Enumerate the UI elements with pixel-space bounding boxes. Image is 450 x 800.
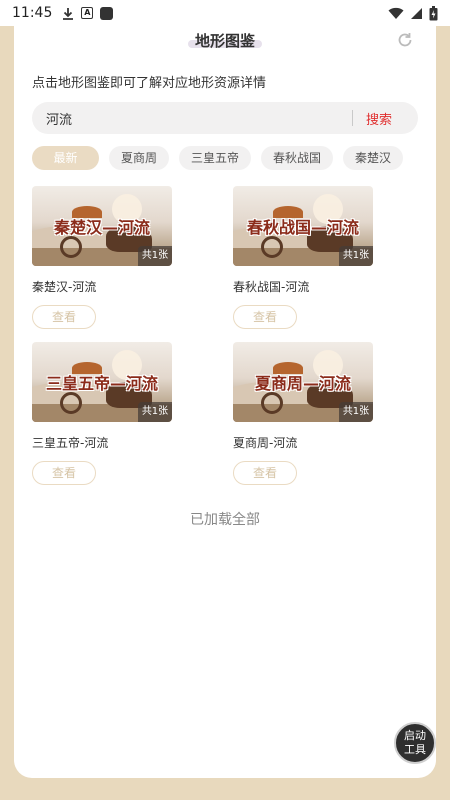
fab-line-2: 工具 xyxy=(404,743,426,756)
tab-latest[interactable]: 最新 xyxy=(32,146,99,170)
terrain-card-title: 春秋战国-河流 xyxy=(233,280,310,294)
status-bar: 11:45 A xyxy=(0,0,450,26)
terrain-card-title: 夏商周-河流 xyxy=(233,436,298,450)
page-header: 地形图鉴 xyxy=(14,26,436,58)
terrain-thumbnail[interactable]: 夏商周—河流 共1张 xyxy=(233,342,373,422)
search-button[interactable]: 搜索 xyxy=(353,109,408,128)
tab-xia-shang-zhou[interactable]: 夏商周 xyxy=(109,146,170,170)
category-tabs: 最新 夏商周 三皇五帝 春秋战国 秦楚汉 xyxy=(32,146,404,170)
signal-icon xyxy=(411,7,422,19)
page-title-text: 地形图鉴 xyxy=(194,32,256,50)
wifi-icon xyxy=(388,7,404,19)
image-count-badge: 共1张 xyxy=(339,402,373,422)
view-button[interactable]: 查看 xyxy=(32,461,96,485)
fab-line-1: 启动 xyxy=(404,729,426,742)
intro-text: 点击地形图鉴即可了解对应地形资源详情 xyxy=(32,76,267,91)
image-count-badge: 共1张 xyxy=(138,246,172,266)
terrain-card-title: 三皇五帝-河流 xyxy=(32,436,109,450)
thumb-wheel xyxy=(261,392,283,414)
square-icon xyxy=(100,6,114,20)
terrain-card[interactable]: 春秋战国—河流 共1张 春秋战国-河流 查看 xyxy=(233,186,373,329)
terrain-card[interactable]: 夏商周—河流 共1张 夏商周-河流 查看 xyxy=(233,342,373,485)
terrain-thumbnail[interactable]: 三皇五帝—河流 共1张 xyxy=(32,342,172,422)
terrain-card[interactable]: 秦楚汉—河流 共1张 秦楚汉-河流 查看 xyxy=(32,186,172,329)
status-time: 11:45 xyxy=(12,5,53,21)
battery-icon xyxy=(429,5,438,20)
page-title: 地形图鉴 xyxy=(189,30,261,51)
view-button[interactable]: 查看 xyxy=(32,305,96,329)
search-input[interactable] xyxy=(32,110,352,126)
thumb-wheel xyxy=(60,392,82,414)
tab-qin-chu-han[interactable]: 秦楚汉 xyxy=(343,146,404,170)
image-count-badge: 共1张 xyxy=(138,402,172,422)
image-count-badge: 共1张 xyxy=(339,246,373,266)
terrain-thumbnail[interactable]: 春秋战国—河流 共1张 xyxy=(233,186,373,266)
refresh-icon[interactable] xyxy=(396,31,414,49)
launch-tool-button[interactable]: 启动 工具 xyxy=(394,722,436,764)
all-loaded-text: 已加载全部 xyxy=(190,512,260,528)
thumb-title: 秦楚汉—河流 xyxy=(53,218,150,237)
a-icon: A xyxy=(81,7,94,19)
tab-san-huang-wu-di[interactable]: 三皇五帝 xyxy=(179,146,252,170)
thumb-wheel xyxy=(261,236,283,258)
thumb-wheel xyxy=(60,236,82,258)
terrain-card-title: 秦楚汉-河流 xyxy=(32,280,97,294)
thumb-title: 夏商周—河流 xyxy=(254,374,351,393)
view-button[interactable]: 查看 xyxy=(233,305,297,329)
terrain-card[interactable]: 三皇五帝—河流 共1张 三皇五帝-河流 查看 xyxy=(32,342,172,485)
download-icon xyxy=(63,7,74,20)
search-bar: 搜索 xyxy=(32,102,418,134)
view-button[interactable]: 查看 xyxy=(233,461,297,485)
terrain-thumbnail[interactable]: 秦楚汉—河流 共1张 xyxy=(32,186,172,266)
thumb-title: 三皇五帝—河流 xyxy=(45,374,158,393)
tab-chun-qiu-zhan-guo[interactable]: 春秋战国 xyxy=(261,146,334,170)
status-right-icons xyxy=(388,5,438,21)
main-card: 地形图鉴 点击地形图鉴即可了解对应地形资源详情 搜索 最新 夏商周 三皇五帝 春… xyxy=(14,26,436,778)
status-left-icons: A xyxy=(62,6,114,20)
thumb-title: 春秋战国—河流 xyxy=(246,218,359,237)
